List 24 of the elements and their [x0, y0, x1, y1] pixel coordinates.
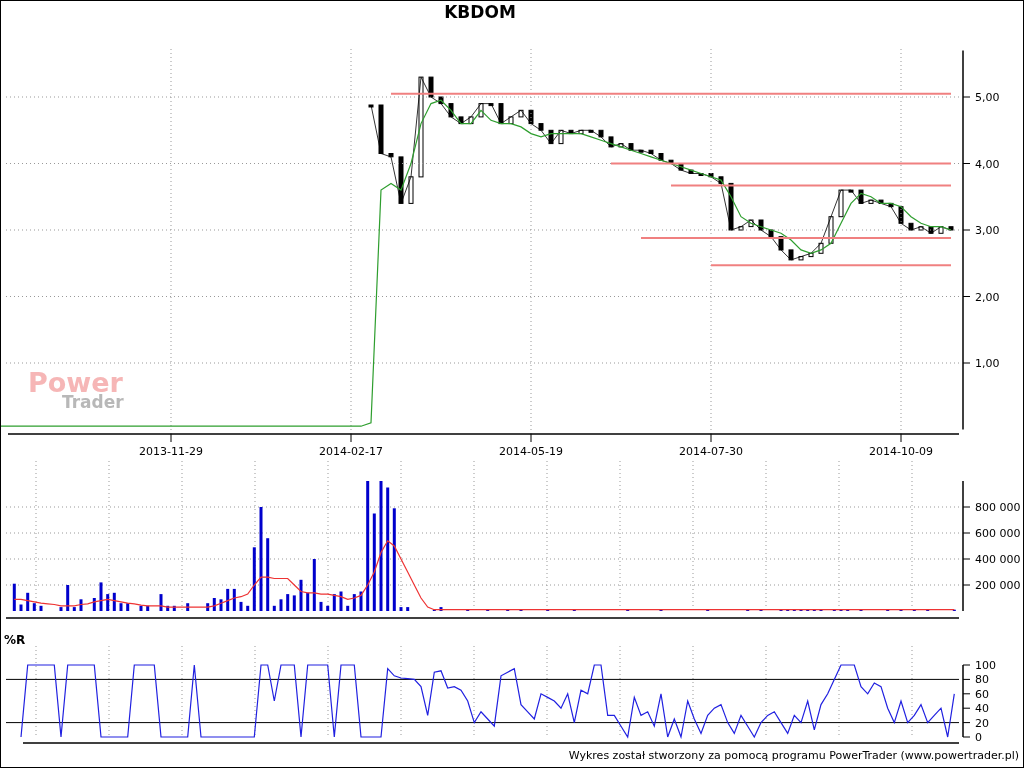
footer-credit: Wykres został stworzony za pomocą programu PowerTrader (www.powertrader.pl)	[568, 748, 1019, 765]
axis-label: 600 000	[975, 527, 1021, 540]
axis-label: 1,00	[975, 357, 1000, 370]
axis-label: 2014-07-30	[679, 445, 743, 458]
axis-label: 3,00	[975, 224, 1000, 237]
axis-label: 2014-10-09	[869, 445, 933, 458]
axis-label: 2,00	[975, 290, 1000, 304]
axis-label: 200 000	[975, 579, 1021, 592]
watermark-logo-text: Trader	[62, 394, 124, 411]
axis-label: 0	[975, 731, 982, 744]
axis-label: 400 000	[975, 553, 1021, 566]
indicator-label: %R	[4, 634, 26, 646]
chart-title: KBDOM	[444, 3, 516, 21]
axis-label: 40	[975, 702, 989, 716]
axis-label: 5,00	[975, 91, 1000, 104]
axis-label: 100	[975, 659, 996, 672]
axis-label: 800 000	[975, 501, 1021, 514]
axis-label: 2013-11-29	[139, 445, 203, 458]
axis-label: 80	[975, 673, 989, 687]
axis-label: 20	[975, 716, 989, 730]
axis-label: 60	[975, 687, 989, 701]
axis-label: 2014-05-19	[499, 445, 563, 458]
axis-label: 4,00	[975, 157, 1000, 171]
axis-label: 2014-02-17	[319, 445, 383, 458]
